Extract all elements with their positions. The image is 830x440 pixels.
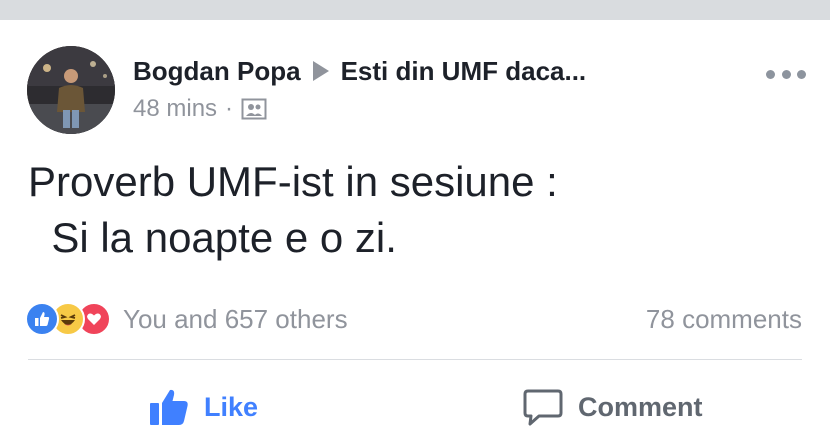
- group-audience-icon: [241, 98, 267, 120]
- meta-separator: ·: [225, 95, 234, 122]
- post-meta: 48 mins ·: [133, 94, 267, 124]
- like-button[interactable]: Like: [148, 386, 258, 428]
- reactions-summary[interactable]: You and 657 others: [25, 302, 348, 336]
- group-name[interactable]: Esti din UMF daca...: [341, 56, 587, 87]
- post-card: Bogdan Popa Esti din UMF daca... 48 mins…: [0, 20, 830, 440]
- post-text: Proverb UMF-ist in sesiune : Si la noapt…: [28, 158, 558, 261]
- post-header: Bogdan Popa Esti din UMF daca...: [133, 54, 586, 88]
- avatar[interactable]: [27, 46, 115, 134]
- comment-bubble-icon: [523, 389, 563, 426]
- like-label: Like: [204, 391, 259, 422]
- like-icon: [25, 302, 59, 336]
- comments-count[interactable]: 78 comments: [646, 302, 802, 336]
- reactions-count[interactable]: You and 657 others: [123, 304, 348, 335]
- more-options-icon[interactable]: [766, 64, 806, 84]
- actions-divider: [28, 359, 802, 360]
- comment-label: Comment: [578, 391, 703, 422]
- author-name[interactable]: Bogdan Popa: [133, 56, 301, 87]
- shared-to-arrow-icon: [312, 61, 329, 81]
- comment-button[interactable]: Comment: [522, 386, 703, 428]
- top-separator-band: [0, 0, 830, 20]
- thumbs-up-icon: [150, 389, 188, 425]
- post-timestamp[interactable]: 48 mins: [133, 95, 217, 123]
